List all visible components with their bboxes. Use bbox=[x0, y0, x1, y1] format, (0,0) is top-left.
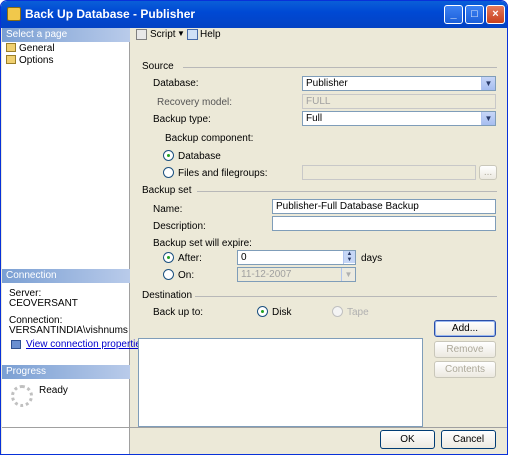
backup-set-separator bbox=[197, 191, 497, 192]
left-pane: Select a page General Options Connection… bbox=[2, 28, 146, 454]
page-general[interactable]: General bbox=[6, 43, 55, 55]
backup-type-label: Backup type: bbox=[153, 114, 211, 125]
backup-type-select[interactable]: Full ▼ bbox=[302, 111, 496, 126]
tape-radio[interactable] bbox=[332, 306, 343, 317]
minimize-button[interactable]: _ bbox=[444, 5, 463, 24]
files-browse-button[interactable]: ... bbox=[479, 165, 497, 180]
progress-status: Ready bbox=[39, 385, 68, 396]
script-icon bbox=[136, 29, 147, 40]
footer-separator bbox=[2, 427, 507, 428]
tape-label: Tape bbox=[347, 307, 369, 318]
backup-name-input[interactable]: Publisher-Full Database Backup bbox=[272, 199, 496, 214]
spin-down-icon: ▼ bbox=[344, 257, 355, 263]
server-value: CEOVERSANT bbox=[9, 298, 78, 309]
component-database-radio[interactable] bbox=[163, 150, 174, 161]
component-files-radio[interactable] bbox=[163, 167, 174, 178]
close-button[interactable]: × bbox=[486, 5, 505, 24]
recovery-model-label: Recovery model: bbox=[157, 97, 233, 108]
database-select[interactable]: Publisher ▼ bbox=[302, 76, 496, 91]
toolbar: Script ▼ Help bbox=[131, 28, 507, 44]
files-filegroups-field bbox=[302, 165, 476, 180]
connection-header: Connection bbox=[2, 269, 130, 283]
chevron-down-icon: ▼ bbox=[341, 268, 355, 281]
destination-list[interactable] bbox=[138, 338, 423, 427]
after-label: After: bbox=[178, 253, 202, 264]
contents-button[interactable]: Contents bbox=[434, 361, 496, 378]
days-label: days bbox=[361, 253, 383, 264]
connection-properties-icon bbox=[11, 340, 21, 349]
progress-spinner-icon bbox=[11, 385, 33, 407]
component-database-label: Database bbox=[178, 151, 221, 162]
ok-button[interactable]: OK bbox=[380, 430, 435, 449]
source-separator bbox=[183, 67, 497, 68]
view-connection-properties-link[interactable]: View connection properties bbox=[26, 339, 146, 350]
script-dropdown-icon[interactable]: ▼ bbox=[177, 29, 185, 38]
database-icon bbox=[7, 7, 21, 21]
remove-button[interactable]: Remove bbox=[434, 341, 496, 358]
script-button[interactable]: Script bbox=[150, 29, 176, 40]
destination-header: Destination bbox=[142, 290, 193, 301]
maximize-button[interactable]: □ bbox=[465, 5, 484, 24]
days-spinner[interactable]: ▲ ▼ bbox=[343, 251, 355, 264]
expire-after-radio[interactable] bbox=[163, 252, 174, 263]
expire-label: Backup set will expire: bbox=[153, 238, 252, 249]
destination-separator bbox=[195, 296, 497, 297]
help-icon bbox=[187, 29, 198, 40]
description-input[interactable] bbox=[272, 216, 496, 231]
source-header: Source bbox=[142, 61, 174, 72]
component-files-label: Files and filegroups: bbox=[178, 168, 268, 179]
cancel-button[interactable]: Cancel bbox=[441, 430, 496, 449]
page-icon bbox=[6, 43, 16, 52]
expire-on-radio[interactable] bbox=[163, 269, 174, 280]
recovery-model-field: FULL bbox=[302, 94, 496, 109]
window-title: Back Up Database - Publisher bbox=[25, 7, 196, 21]
connection-value: VERSANTINDIA\vishnums bbox=[9, 325, 128, 336]
database-label: Database: bbox=[153, 78, 199, 89]
chevron-down-icon: ▼ bbox=[481, 112, 495, 125]
page-options[interactable]: Options bbox=[6, 55, 53, 67]
backup-set-header: Backup set bbox=[142, 185, 192, 196]
backup-database-window: Back Up Database - Publisher _ □ × Selec… bbox=[0, 0, 508, 455]
disk-label: Disk bbox=[272, 307, 292, 318]
general-page: Script ▼ Help Source Database: Publisher… bbox=[131, 28, 507, 428]
select-page-header: Select a page bbox=[2, 28, 130, 42]
disk-radio[interactable] bbox=[257, 306, 268, 317]
back-up-to-label: Back up to: bbox=[153, 307, 204, 318]
name-label: Name: bbox=[153, 204, 183, 215]
page-icon bbox=[6, 55, 16, 64]
on-label: On: bbox=[178, 270, 195, 281]
after-days-input[interactable]: 0 ▲ ▼ bbox=[237, 250, 356, 265]
description-label: Description: bbox=[153, 221, 206, 232]
add-button[interactable]: Add... bbox=[434, 320, 496, 337]
backup-component-label: Backup component: bbox=[165, 133, 254, 144]
expire-on-date[interactable]: 11-12-2007 ▼ bbox=[237, 267, 356, 282]
title-bar[interactable]: Back Up Database - Publisher _ □ × bbox=[1, 1, 507, 28]
chevron-down-icon: ▼ bbox=[481, 77, 495, 90]
help-button[interactable]: Help bbox=[200, 29, 221, 40]
progress-header: Progress bbox=[2, 365, 130, 379]
